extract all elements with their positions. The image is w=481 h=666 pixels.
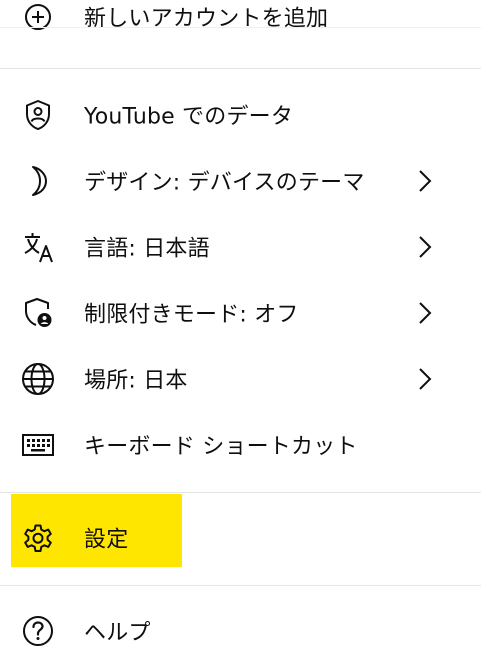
menu-item-keyboard-shortcuts[interactable]: キーボード ショートカット — [0, 412, 481, 478]
menu-item-label: 言語: 日本語 — [84, 236, 210, 262]
translate-icon — [20, 229, 56, 265]
divider — [0, 492, 481, 493]
menu-item-help[interactable]: ヘルプ — [0, 598, 481, 664]
menu-item-label: 設定 — [84, 527, 129, 553]
divider — [0, 27, 481, 28]
moon-icon — [20, 163, 56, 199]
menu-item-label: YouTube でのデータ — [84, 104, 294, 130]
account-menu-panel: 新しいアカウントを追加 YouTube でのデータ デザイン: デバイスのテーマ — [0, 0, 481, 666]
menu-item-label: 制限付きモード: オフ — [84, 302, 299, 328]
help-icon — [20, 613, 56, 649]
menu-item-your-data[interactable]: YouTube でのデータ — [0, 82, 481, 148]
chevron-right-icon — [414, 168, 434, 194]
menu-item-label: キーボード ショートカット — [84, 434, 358, 460]
menu-item-label: ヘルプ — [84, 620, 151, 646]
restricted-mode-icon — [20, 295, 56, 331]
divider — [0, 68, 481, 69]
menu-item-label: デザイン: デバイスのテーマ — [84, 170, 365, 196]
menu-item-location[interactable]: 場所: 日本 — [0, 346, 481, 412]
chevron-right-icon — [414, 234, 434, 260]
divider — [0, 585, 481, 586]
shield-person-icon — [20, 97, 56, 133]
keyboard-icon — [20, 427, 56, 463]
add-account-icon — [20, 0, 56, 35]
chevron-right-icon — [414, 366, 434, 392]
gear-icon — [20, 520, 56, 556]
menu-item-language[interactable]: 言語: 日本語 — [0, 214, 481, 280]
menu-item-restricted-mode[interactable]: 制限付きモード: オフ — [0, 280, 481, 346]
menu-item-appearance[interactable]: デザイン: デバイスのテーマ — [0, 148, 481, 214]
menu-item-label: 場所: 日本 — [84, 368, 188, 394]
menu-item-add-account[interactable]: 新しいアカウントを追加 — [0, 0, 481, 47]
globe-icon — [20, 361, 56, 397]
chevron-right-icon — [414, 300, 434, 326]
menu-item-settings[interactable]: 設定 — [0, 505, 481, 571]
